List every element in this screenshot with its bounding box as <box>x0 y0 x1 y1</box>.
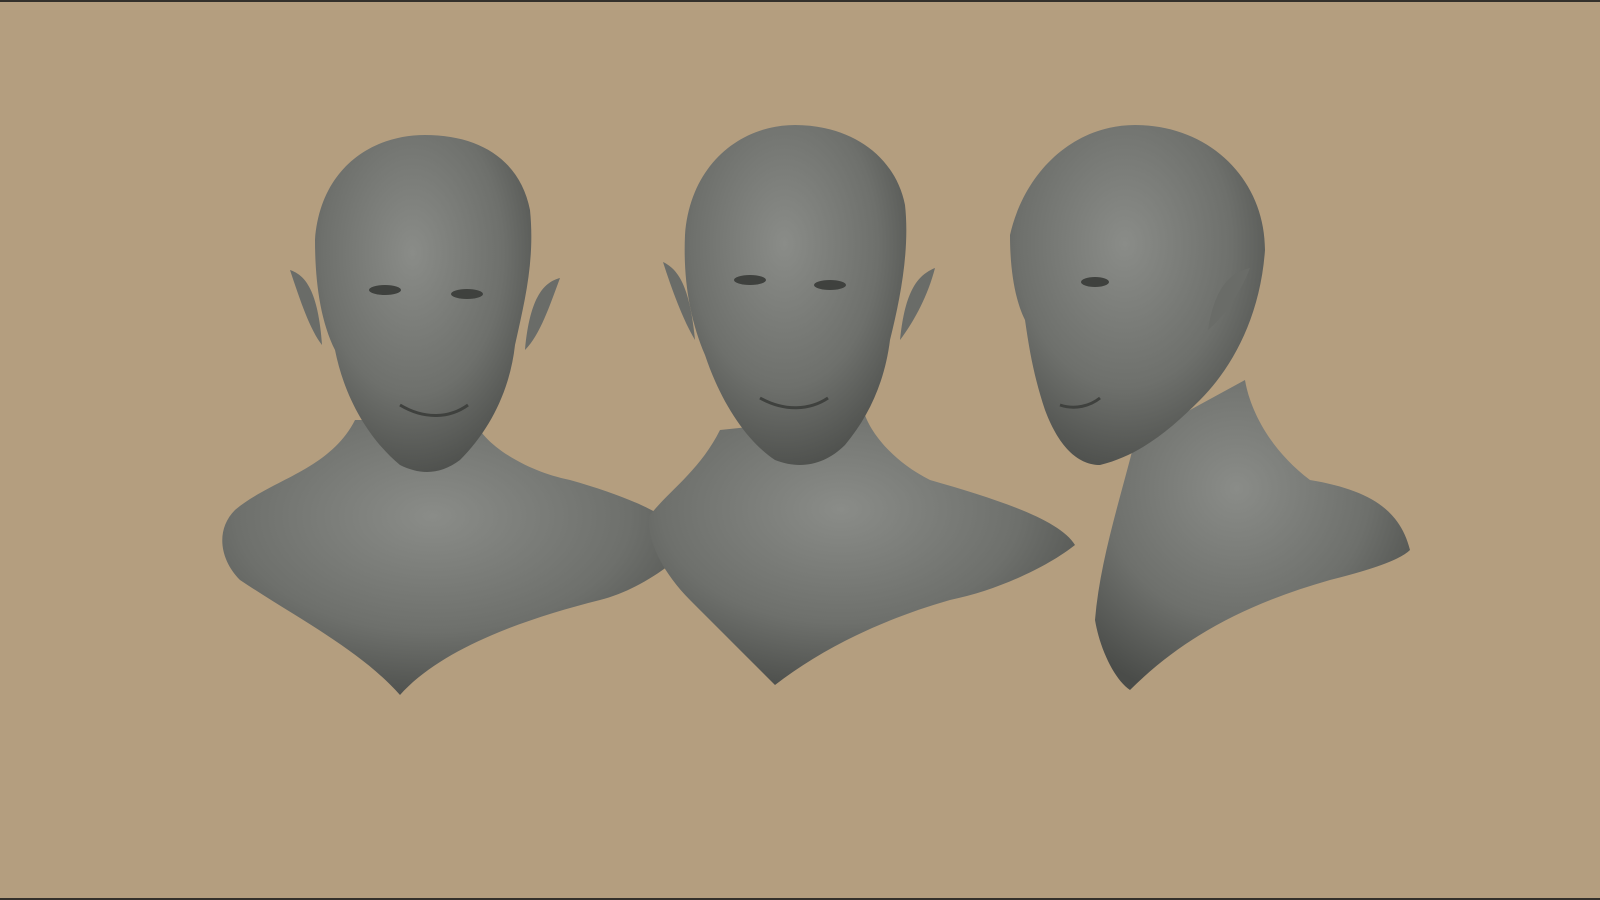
bust-front <box>222 135 690 695</box>
bust-three-quarter-head <box>684 125 907 465</box>
bust-three-quarter-shoulders <box>649 415 1075 685</box>
sculpt-viewport[interactable] <box>0 0 1600 900</box>
bust-side <box>1010 125 1410 690</box>
bust-three-quarter <box>649 125 1075 685</box>
bust-front-ear-right <box>525 278 560 350</box>
bust-front-head <box>315 135 532 472</box>
bust-three-quarter-ear-right <box>900 268 935 340</box>
